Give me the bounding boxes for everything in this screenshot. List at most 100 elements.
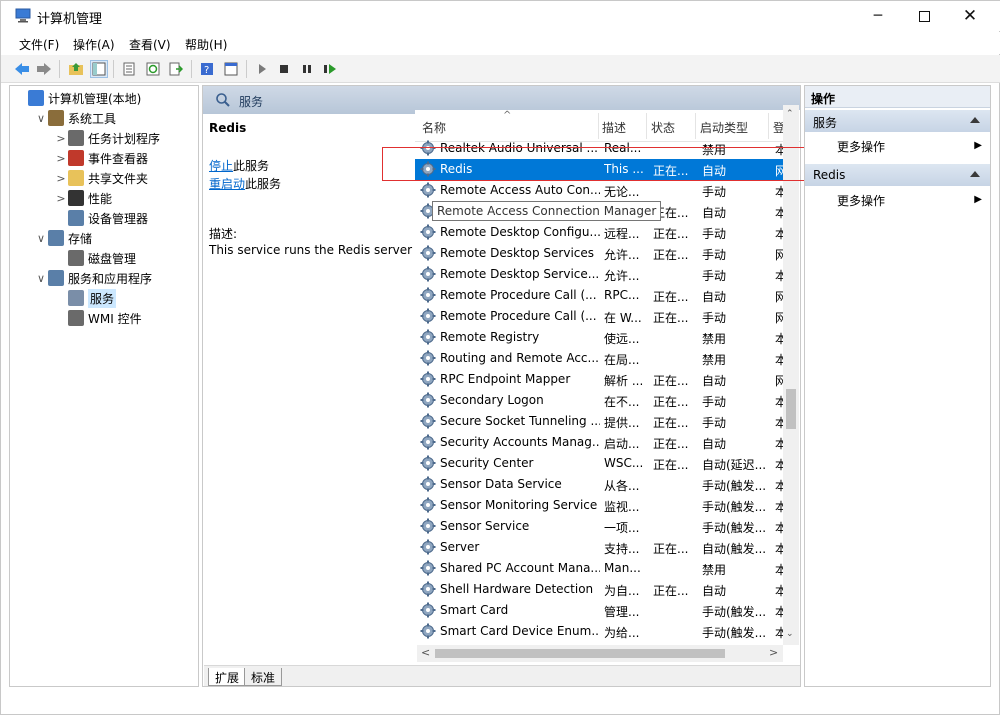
- menu-view[interactable]: 查看(V): [129, 36, 171, 53]
- expanded-chevron-icon[interactable]: ∨: [34, 112, 48, 125]
- service-row[interactable]: Remote Desktop Services允许...正在...手动网: [415, 243, 785, 264]
- service-row[interactable]: Sensor Service一项...手动(触发...本: [415, 516, 785, 537]
- collapse-icon[interactable]: [970, 171, 980, 177]
- service-status-cell: 正在...: [653, 437, 689, 451]
- stop-service-button[interactable]: [275, 60, 293, 78]
- pause-service-button[interactable]: [298, 60, 316, 78]
- service-row[interactable]: Secondary Logon在不...正在...手动本: [415, 390, 785, 411]
- tree-item[interactable]: > 共享文件夹: [54, 168, 148, 188]
- help-button[interactable]: ?: [198, 60, 216, 78]
- stop-service-link[interactable]: 停止: [209, 159, 233, 173]
- service-row[interactable]: Shared PC Account Mana...Man...禁用本: [415, 558, 785, 579]
- service-row[interactable]: Remote Procedure Call (...在 W...正在...手动网: [415, 306, 785, 327]
- maximize-button[interactable]: [901, 1, 947, 31]
- collapsed-chevron-icon[interactable]: >: [54, 192, 68, 205]
- service-description-cell: 使远...: [604, 332, 640, 346]
- service-row[interactable]: Remote Desktop Configu...远程...正在...手动本: [415, 222, 785, 243]
- service-row[interactable]: RPC Endpoint Mapper解析 ...正在...自动网: [415, 369, 785, 390]
- collapse-icon[interactable]: [970, 117, 980, 123]
- service-name-cell: Remote Procedure Call (...: [440, 309, 597, 323]
- tree-item[interactable]: > 事件查看器: [54, 148, 148, 168]
- service-startup-cell: 手动: [702, 185, 727, 199]
- service-row[interactable]: Sensor Monitoring Service监视...手动(触发...本: [415, 495, 785, 516]
- service-row[interactable]: Shell Hardware Detection为自...正在...自动本: [415, 579, 785, 600]
- expanded-chevron-icon[interactable]: ∨: [34, 232, 48, 245]
- restart-service-button[interactable]: [321, 60, 339, 78]
- menu-help[interactable]: 帮助(H): [185, 36, 227, 53]
- tree-item-label: 存储: [68, 231, 93, 246]
- up-folder-button[interactable]: [67, 60, 85, 78]
- service-description-cell: 在 W...: [604, 311, 642, 325]
- tree-item[interactable]: ∨ 服务和应用程序: [34, 268, 152, 288]
- service-row[interactable]: Remote Procedure Call (...RPC...正在...自动网: [415, 285, 785, 306]
- minimize-button[interactable]: ─: [855, 1, 901, 31]
- collapsed-chevron-icon[interactable]: >: [54, 152, 68, 165]
- service-row[interactable]: Secure Socket Tunneling ...提供...正在...手动本: [415, 411, 785, 432]
- services-horizontal-scrollbar[interactable]: < >: [417, 645, 783, 662]
- tab-extended[interactable]: 扩展: [208, 668, 247, 686]
- collapsed-chevron-icon[interactable]: >: [54, 132, 68, 145]
- properties-button[interactable]: [120, 60, 138, 78]
- column-description[interactable]: 描述: [602, 119, 626, 136]
- service-row[interactable]: Routing and Remote Acc...在局...禁用本: [415, 348, 785, 369]
- service-name-cell: Secure Socket Tunneling ...: [440, 414, 600, 428]
- horizontal-scroll-thumb[interactable]: [435, 649, 725, 658]
- menu-action[interactable]: 操作(A): [73, 36, 115, 53]
- service-row[interactable]: Sensor Data Service从各...手动(触发...本: [415, 474, 785, 495]
- actions-section-services[interactable]: 服务: [805, 110, 990, 132]
- column-startup-type[interactable]: 启动类型: [700, 119, 748, 136]
- console-button[interactable]: [222, 60, 240, 78]
- column-status[interactable]: 状态: [651, 119, 675, 136]
- tree-item[interactable]: ∨ 系统工具: [34, 108, 116, 128]
- export-list-button[interactable]: [167, 60, 185, 78]
- scroll-right-icon[interactable]: >: [769, 646, 778, 659]
- tree-item[interactable]: 服务: [54, 288, 117, 308]
- refresh-button[interactable]: [144, 60, 162, 78]
- scroll-up-icon[interactable]: ⌃: [786, 109, 794, 119]
- service-row[interactable]: Server支持...正在...自动(触发...本: [415, 537, 785, 558]
- service-gear-icon: [420, 182, 436, 198]
- tree-item[interactable]: > 性能: [54, 188, 112, 208]
- more-actions-services[interactable]: 更多操作: [837, 138, 885, 155]
- tree-item[interactable]: 设备管理器: [54, 208, 148, 228]
- close-button[interactable]: ✕: [947, 1, 993, 31]
- tree-item[interactable]: 磁盘管理: [54, 248, 136, 268]
- back-button[interactable]: [13, 60, 31, 78]
- show-hide-tree-button[interactable]: [90, 60, 108, 78]
- tree-item[interactable]: 计算机管理(本地): [14, 88, 141, 108]
- forward-button[interactable]: [35, 60, 53, 78]
- service-row[interactable]: Remote Registry使远...禁用本: [415, 327, 785, 348]
- service-row[interactable]: Smart Card管理...手动(触发...本: [415, 600, 785, 621]
- service-gear-icon: [420, 329, 436, 345]
- more-actions-redis[interactable]: 更多操作: [837, 192, 885, 209]
- services-vertical-scrollbar[interactable]: ⌃ ⌄: [783, 105, 799, 645]
- tree-item[interactable]: WMI 控件: [54, 308, 142, 328]
- scroll-left-icon[interactable]: <: [421, 646, 430, 659]
- tree-item[interactable]: ∨ 存储: [34, 228, 92, 248]
- column-name[interactable]: 名称: [422, 119, 446, 136]
- vertical-scroll-thumb[interactable]: [786, 389, 796, 429]
- service-startup-cell: 手动: [702, 311, 727, 325]
- service-startup-cell: 手动: [702, 248, 727, 262]
- actions-pane: 操作 服务 更多操作 ▶ Redis 更多操作 ▶: [804, 85, 991, 687]
- service-row[interactable]: Security CenterWSC...正在...自动(延迟...本: [415, 453, 785, 474]
- menu-file[interactable]: 文件(F): [19, 36, 59, 53]
- restart-service-link[interactable]: 重启动: [209, 177, 245, 191]
- tab-standard[interactable]: 标准: [244, 668, 283, 686]
- scroll-down-icon[interactable]: ⌄: [786, 629, 794, 639]
- refresh-icon: [146, 62, 160, 76]
- expanded-chevron-icon[interactable]: ∨: [34, 272, 48, 285]
- start-service-button[interactable]: [253, 60, 271, 78]
- service-row[interactable]: Remote Desktop Service...允许...手动本: [415, 264, 785, 285]
- service-row[interactable]: Security Accounts Manag...启动...正在...自动本: [415, 432, 785, 453]
- tree-item[interactable]: > 任务计划程序: [54, 128, 160, 148]
- service-row[interactable]: Remote Access Auto Con...无论...手动本: [415, 180, 785, 201]
- service-startup-cell: 自动(延迟...: [702, 458, 766, 472]
- help-icon: ?: [201, 63, 213, 76]
- service-description-cell: 允许...: [604, 269, 640, 283]
- collapsed-chevron-icon[interactable]: >: [54, 172, 68, 185]
- services-icon: [68, 290, 84, 306]
- service-row[interactable]: Smart Card Device Enum...为给...手动(触发...本: [415, 621, 785, 642]
- service-name-cell: Security Accounts Manag...: [440, 435, 600, 449]
- actions-section-redis[interactable]: Redis: [805, 164, 990, 186]
